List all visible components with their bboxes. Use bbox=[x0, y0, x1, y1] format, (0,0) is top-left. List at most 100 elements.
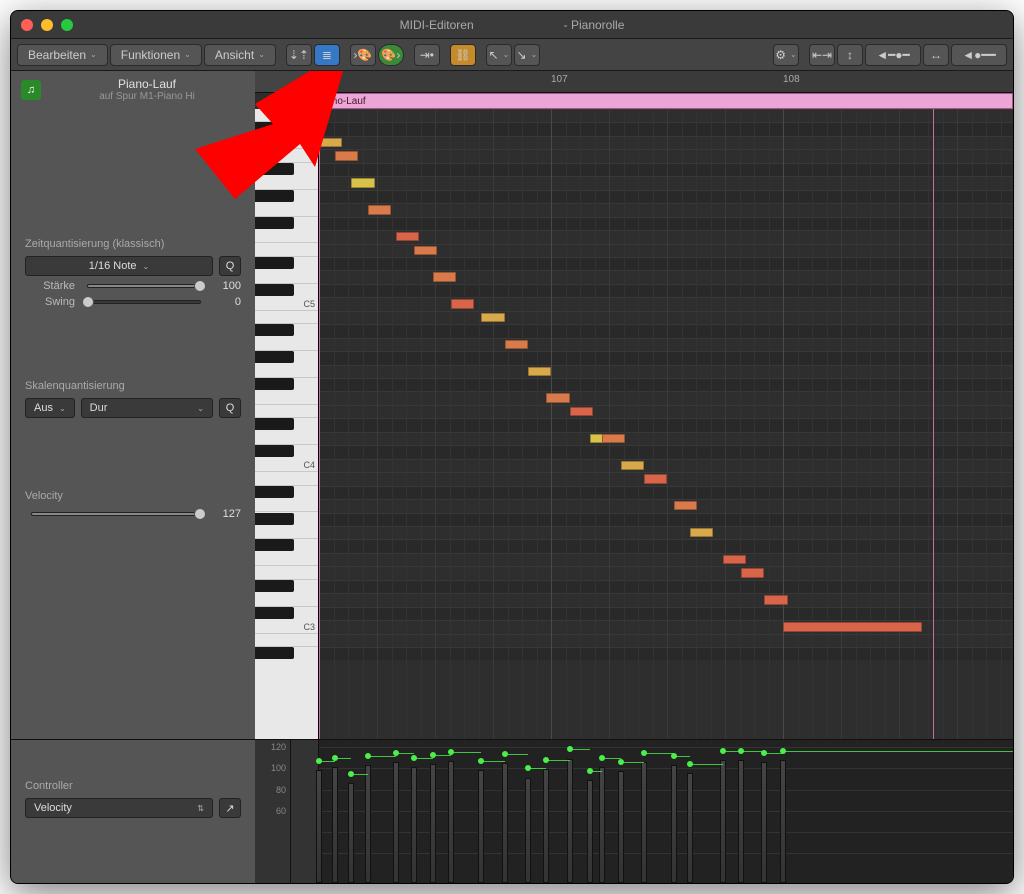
note-grid[interactable] bbox=[319, 109, 1013, 739]
controller-select[interactable]: Velocity⇅ bbox=[25, 798, 213, 818]
midi-in-icon[interactable]: ⇥• bbox=[414, 44, 440, 66]
strength-value: 100 bbox=[213, 280, 241, 292]
swing-slider[interactable] bbox=[87, 300, 201, 304]
swing-value: 0 bbox=[213, 296, 241, 308]
scale-label: Skalenquantisierung bbox=[25, 380, 241, 392]
zoom-horiz-icon[interactable]: ↔ bbox=[923, 44, 949, 66]
midi-note[interactable] bbox=[644, 474, 667, 483]
timeline-ruler[interactable]: 106107108109 bbox=[255, 71, 1013, 93]
velocity-grid[interactable] bbox=[319, 740, 1013, 883]
titlebar: MIDI-Editoren - Pianorolle bbox=[11, 11, 1013, 39]
velocity-bar[interactable] bbox=[543, 769, 549, 883]
velocity-bar[interactable] bbox=[430, 764, 436, 883]
quantize-section: Zeitquantisierung (klassisch) 1/16 Note⌄… bbox=[11, 228, 255, 330]
midi-note[interactable] bbox=[368, 205, 391, 214]
event-list-icon[interactable]: ≣ bbox=[314, 44, 340, 66]
velocity-section: Velocity 127 bbox=[11, 480, 255, 542]
midi-editor-window: MIDI-Editoren - Pianorolle Bearbeiten⌄ F… bbox=[10, 10, 1014, 884]
pointer-tool-icon[interactable]: ↖⌄ bbox=[486, 44, 512, 66]
velocity-bar[interactable] bbox=[761, 762, 767, 883]
velocity-bar[interactable] bbox=[478, 770, 484, 883]
midi-note[interactable] bbox=[505, 340, 528, 349]
velocity-bar[interactable] bbox=[618, 771, 624, 883]
scale-quantize-section: Skalenquantisierung Aus⌄ Dur⌄ Q bbox=[11, 370, 255, 440]
velocity-bar[interactable] bbox=[448, 761, 454, 883]
midi-note[interactable] bbox=[764, 595, 787, 604]
midi-note[interactable] bbox=[335, 151, 358, 160]
window-title-left: MIDI-Editoren bbox=[400, 18, 474, 32]
pencil-tool-icon[interactable]: ↘⌄ bbox=[514, 44, 540, 66]
velocity-bar[interactable] bbox=[332, 767, 338, 883]
gear-icon[interactable]: ⚙⌄ bbox=[773, 44, 799, 66]
region-icon: ♫ bbox=[21, 80, 41, 100]
midi-note[interactable] bbox=[690, 528, 713, 537]
velocity-bar[interactable] bbox=[780, 760, 786, 883]
strength-label: Stärke bbox=[25, 280, 75, 292]
midi-note[interactable] bbox=[723, 555, 746, 564]
region-header[interactable]: iano-Lauf bbox=[319, 93, 1013, 109]
velocity-bar[interactable] bbox=[316, 770, 322, 883]
controller-share-button[interactable]: ↗ bbox=[219, 798, 241, 818]
velocity-bar[interactable] bbox=[365, 765, 371, 883]
zoom-vert-icon[interactable]: ↕ bbox=[837, 44, 863, 66]
key-label: C6 bbox=[303, 138, 315, 148]
velocity-slider[interactable] bbox=[31, 512, 201, 516]
bar-tick: 108 bbox=[783, 74, 800, 85]
velocity-bar[interactable] bbox=[720, 760, 726, 883]
functions-menu[interactable]: Funktionen⌄ bbox=[110, 44, 202, 66]
scale-mode-select[interactable]: Aus⌄ bbox=[25, 398, 75, 418]
collapse-icon[interactable]: ⇣⇡ bbox=[286, 44, 312, 66]
velocity-bar[interactable] bbox=[502, 763, 508, 883]
velocity-bar[interactable] bbox=[599, 767, 605, 883]
midi-note[interactable] bbox=[481, 313, 504, 322]
snap-icon[interactable]: ⇤⇥ bbox=[809, 44, 835, 66]
controller-label: Controller bbox=[25, 780, 241, 792]
view-menu[interactable]: Ansicht⌄ bbox=[204, 44, 276, 66]
midi-note[interactable] bbox=[319, 138, 342, 147]
zoom-v-slider-icon[interactable]: ◄━●━ bbox=[865, 44, 921, 66]
velocity-bar[interactable] bbox=[567, 759, 573, 884]
scale-apply-button[interactable]: Q bbox=[219, 398, 241, 418]
key-label: C4 bbox=[303, 460, 315, 470]
edit-menu[interactable]: Bearbeiten⌄ bbox=[17, 44, 108, 66]
midi-note[interactable] bbox=[396, 232, 419, 241]
velocity-bar[interactable] bbox=[411, 767, 417, 883]
velocity-scale: 1201008060 bbox=[255, 740, 291, 883]
scale-key-select[interactable]: Dur⌄ bbox=[81, 398, 213, 418]
vel-scale-tick: 120 bbox=[271, 742, 286, 752]
velocity-bar[interactable] bbox=[671, 765, 677, 883]
palette-icon[interactable]: 🎨› bbox=[378, 44, 404, 66]
midi-note[interactable] bbox=[451, 299, 474, 308]
zoom-h-slider-icon[interactable]: ◄●━━ bbox=[951, 44, 1007, 66]
strength-slider[interactable] bbox=[87, 284, 201, 288]
velocity-label: Velocity bbox=[25, 490, 241, 502]
quantize-apply-button[interactable]: Q bbox=[219, 256, 241, 276]
midi-note[interactable] bbox=[546, 393, 569, 402]
window-title-right: - Pianorolle bbox=[564, 18, 625, 32]
link-icon[interactable]: ⛓ bbox=[450, 44, 476, 66]
midi-note[interactable] bbox=[674, 501, 697, 510]
velocity-bar[interactable] bbox=[587, 780, 593, 883]
midi-note[interactable] bbox=[528, 367, 551, 376]
quantize-select[interactable]: 1/16 Note⌄ bbox=[25, 256, 213, 276]
midi-note[interactable] bbox=[602, 434, 625, 443]
minimize-button[interactable] bbox=[41, 19, 53, 31]
midi-note[interactable] bbox=[351, 178, 374, 187]
velocity-bar[interactable] bbox=[348, 783, 354, 883]
velocity-bar[interactable] bbox=[393, 762, 399, 883]
midi-note[interactable] bbox=[433, 272, 456, 281]
velocity-bar[interactable] bbox=[641, 762, 647, 883]
midi-note[interactable] bbox=[741, 568, 764, 577]
close-button[interactable] bbox=[21, 19, 33, 31]
velocity-bar[interactable] bbox=[738, 760, 744, 883]
midi-note[interactable] bbox=[783, 622, 922, 631]
midi-note[interactable] bbox=[570, 407, 593, 416]
midi-out-icon[interactable]: ›🎨 bbox=[350, 44, 376, 66]
midi-note[interactable] bbox=[621, 461, 644, 470]
traffic-lights bbox=[21, 19, 73, 31]
velocity-bar[interactable] bbox=[687, 773, 693, 883]
midi-note[interactable] bbox=[414, 246, 437, 255]
piano-keyboard[interactable]: C6C5C4C3 bbox=[255, 109, 319, 739]
maximize-button[interactable] bbox=[61, 19, 73, 31]
velocity-bar[interactable] bbox=[525, 778, 531, 884]
